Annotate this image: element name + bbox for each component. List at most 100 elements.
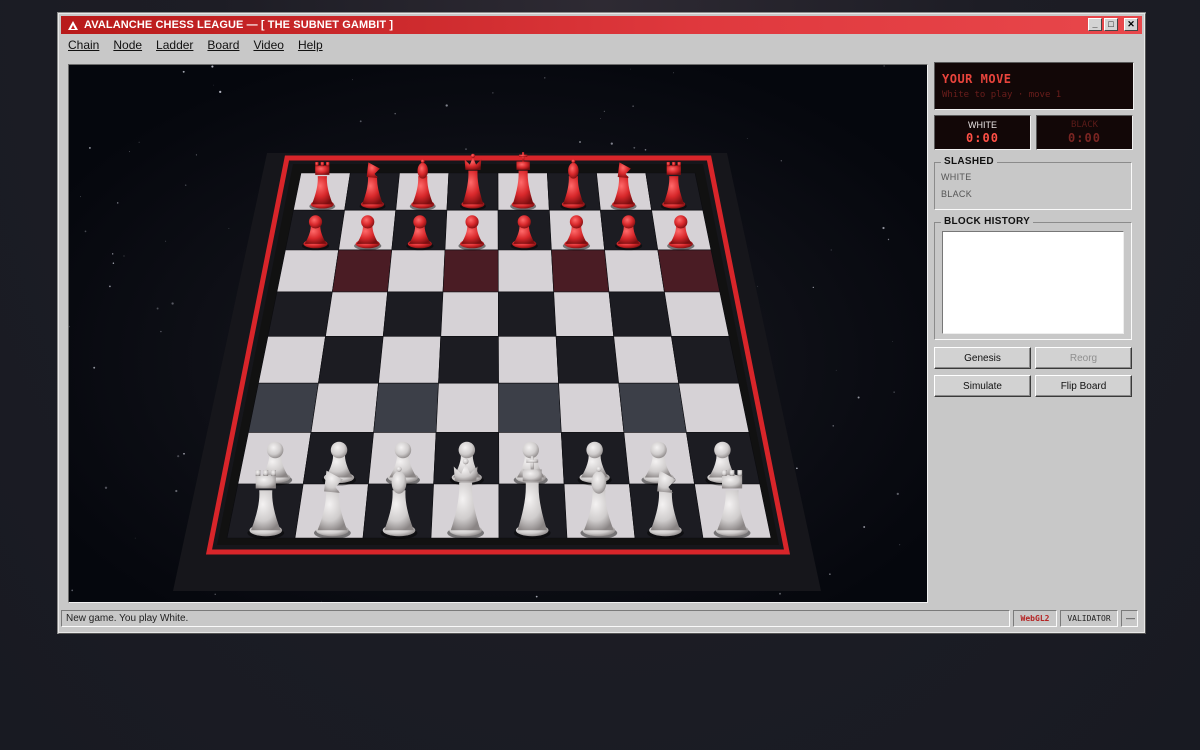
square-e6[interactable] — [497, 249, 555, 293]
star — [492, 92, 494, 94]
genesis-button[interactable]: Genesis — [934, 347, 1031, 369]
chess-scene[interactable] — [69, 65, 927, 602]
square-a5[interactable] — [267, 291, 333, 337]
star — [633, 146, 636, 149]
star — [757, 285, 759, 287]
black-clock-time: 0:00 — [1068, 131, 1101, 145]
minimize-button[interactable]: _ — [1088, 18, 1102, 31]
status-message: New game. You play White. — [61, 610, 1010, 627]
block-history-list[interactable] — [942, 231, 1124, 334]
square-b4[interactable] — [318, 335, 384, 384]
star — [138, 141, 140, 143]
star — [535, 595, 538, 598]
menu-help[interactable]: Help — [291, 36, 330, 54]
square-d5[interactable] — [440, 291, 499, 337]
star — [321, 600, 322, 602]
star — [175, 489, 178, 493]
star — [112, 253, 114, 255]
square-f4[interactable] — [555, 335, 620, 384]
star — [182, 70, 185, 73]
star — [156, 307, 159, 310]
star — [893, 391, 895, 393]
star — [796, 467, 798, 470]
menu-ladder[interactable]: Ladder — [149, 36, 200, 54]
square-d3[interactable] — [435, 382, 500, 433]
star — [779, 592, 781, 595]
reorg-button[interactable]: Reorg — [1035, 347, 1132, 369]
avalanche-logo-icon — [65, 17, 81, 33]
square-g3[interactable] — [618, 382, 687, 433]
maximize-button[interactable]: □ — [1104, 18, 1118, 31]
square-c6[interactable] — [387, 249, 446, 293]
menu-node[interactable]: Node — [106, 36, 149, 54]
square-e3[interactable] — [498, 382, 562, 433]
white-clock-label: WHITE — [968, 120, 997, 130]
square-a6[interactable] — [276, 249, 339, 293]
star — [603, 110, 606, 113]
menu-chain[interactable]: Chain — [61, 36, 106, 54]
square-b3[interactable] — [310, 382, 379, 433]
square-a3[interactable] — [248, 382, 319, 433]
star — [579, 141, 581, 143]
square-c4[interactable] — [378, 335, 442, 384]
turn-status-panel: YOUR MOVE White to play · move 1 — [934, 62, 1134, 110]
star — [610, 142, 613, 145]
square-f6[interactable] — [551, 249, 610, 293]
square-g4[interactable] — [613, 335, 680, 384]
star — [899, 544, 901, 546]
app-window: AVALANCHE CHESS LEAGUE — [ THE SUBNET GA… — [58, 13, 1145, 633]
turn-status-title: YOUR MOVE — [942, 72, 1012, 86]
status-bar: New game. You play White. WebGL2 VALIDAT… — [61, 610, 1142, 628]
square-g5[interactable] — [608, 291, 672, 337]
square-d4[interactable] — [438, 335, 499, 384]
star — [887, 238, 890, 241]
star — [352, 79, 353, 81]
star — [165, 240, 167, 242]
star — [80, 196, 81, 198]
star — [830, 249, 832, 251]
star — [600, 118, 601, 119]
star — [359, 120, 362, 123]
flip-board-button[interactable]: Flip Board — [1035, 375, 1132, 397]
board-viewport[interactable] — [68, 64, 928, 603]
square-h6[interactable] — [657, 249, 721, 293]
star — [863, 526, 866, 528]
square-h4[interactable] — [671, 335, 740, 384]
star — [171, 302, 174, 305]
star — [891, 340, 893, 342]
star — [112, 262, 115, 264]
square-d6[interactable] — [442, 249, 499, 293]
simulate-button[interactable]: Simulate — [934, 375, 1031, 397]
square-h3[interactable] — [678, 382, 750, 433]
square-f5[interactable] — [553, 291, 615, 337]
star — [673, 72, 674, 74]
square-c3[interactable] — [373, 382, 439, 433]
square-e5[interactable] — [497, 291, 557, 337]
square-c5[interactable] — [382, 291, 444, 337]
square-e4[interactable] — [498, 335, 559, 384]
star — [195, 154, 197, 156]
star — [71, 589, 74, 592]
star — [829, 573, 831, 575]
star — [812, 286, 814, 289]
star — [104, 486, 108, 489]
renderer-indicator: WebGL2 — [1013, 610, 1057, 627]
star — [883, 65, 885, 67]
close-button[interactable]: ✕ — [1124, 18, 1138, 31]
star — [177, 455, 180, 458]
menu-board[interactable]: Board — [200, 36, 246, 54]
square-g6[interactable] — [604, 249, 665, 293]
square-b6[interactable] — [331, 249, 393, 293]
star — [632, 105, 634, 107]
square-a4[interactable] — [258, 335, 326, 384]
slashed-legend: SLASHED — [941, 156, 997, 167]
star — [394, 112, 396, 115]
title-bar[interactable]: AVALANCHE CHESS LEAGUE — [ THE SUBNET GA… — [61, 16, 1142, 34]
menu-video[interactable]: Video — [246, 36, 290, 54]
square-f3[interactable] — [558, 382, 625, 433]
star — [644, 149, 647, 151]
star — [123, 255, 125, 257]
chessboard[interactable] — [226, 172, 772, 539]
square-h5[interactable] — [664, 291, 730, 337]
square-b5[interactable] — [325, 291, 388, 337]
